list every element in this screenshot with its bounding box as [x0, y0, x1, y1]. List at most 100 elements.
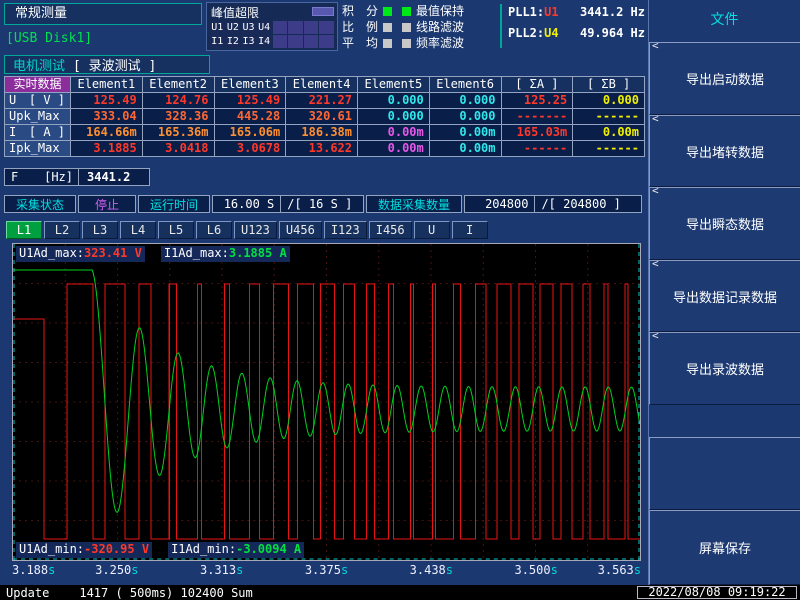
pll1-label: PLL1: [508, 4, 544, 20]
tab-U[interactable]: U [414, 221, 450, 239]
table-cell-value: 0.000 [430, 93, 502, 109]
runtime-values: 16.00 S /[ 16 S ] [212, 195, 364, 213]
tab-I[interactable]: I [452, 221, 488, 239]
table-col-header: Element2 [143, 77, 215, 93]
toggle-label: 最值保持 [416, 4, 464, 18]
toggle-checkbox[interactable] [402, 23, 411, 32]
table-cell-value: 0.00m [358, 125, 430, 141]
frequency-value: 3441.2 [79, 170, 149, 184]
table-cell-value: 124.76 [143, 93, 215, 109]
sidebar-button-export-2[interactable]: <导出堵转数据 [649, 115, 800, 187]
toggle-checkbox[interactable] [402, 7, 411, 16]
tab-L6[interactable]: L6 [196, 221, 232, 239]
chevron-left-icon: < [652, 114, 659, 124]
u-max-unit: V [127, 246, 141, 260]
x-tick-label: 3.438s [410, 563, 453, 577]
test-submode-name: [ 录波测试 ] [73, 55, 156, 74]
sidebar-button-export-4[interactable]: <导出数据记录数据 [649, 260, 800, 332]
x-tick-number: 3.438 [410, 563, 446, 577]
i-min-unit: A [287, 542, 301, 556]
toggle-row: 平 均 [342, 36, 392, 52]
u-min-value: -320.95 [84, 542, 135, 556]
wave-min-labels: U1Ad_min:-320.95 V I1Ad_min:-3.0094 A [16, 542, 304, 558]
peak-indicator [312, 7, 334, 16]
tab-U456[interactable]: U456 [279, 221, 322, 239]
peak-cell-I2: I2 [226, 35, 241, 48]
table-cell-value: 221.27 [286, 93, 358, 109]
peak-cell-U3: U3 [241, 21, 256, 34]
i-min-label: I1Ad_min: [171, 542, 236, 556]
row-label-text: I [9, 125, 16, 140]
runtime-label: 运行时间 [138, 195, 210, 213]
table-cell-value: 0.000 [573, 93, 645, 109]
pll2-source: U4 [544, 25, 558, 41]
x-tick-label: 3.313s [200, 563, 243, 577]
sample-count-value: 204800 [479, 196, 534, 212]
table-col-header: Element4 [286, 77, 358, 93]
tab-L1[interactable]: L1 [6, 221, 42, 239]
row-label-text: U [9, 93, 16, 108]
table-cell-value: 445.28 [215, 109, 287, 125]
peak-cell-I1: I1 [210, 35, 225, 48]
tab-I123[interactable]: I123 [324, 221, 367, 239]
tab-L5[interactable]: L5 [158, 221, 194, 239]
x-axis: 3.188s3.250s3.313s3.375s3.438s3.500s3.56… [12, 563, 641, 578]
peak-cell-empty [304, 21, 319, 34]
tab-U123[interactable]: U123 [234, 221, 277, 239]
toggle-checkbox[interactable] [402, 39, 411, 48]
sidebar-button-export-5[interactable]: <导出录波数据 [649, 332, 800, 405]
pll1-source: U1 [544, 4, 558, 20]
instrument-screen: 常规测量 [USB Disk1] 峰值超限 U1U2U3U4I1I2I3I4 积… [0, 0, 800, 600]
frequency-label: F [Hz] [5, 169, 79, 185]
tab-L2[interactable]: L2 [44, 221, 80, 239]
measure-mode-title: 常规测量 [15, 6, 67, 21]
pll2-value: 49.964 Hz [580, 25, 645, 41]
table-cell-value: ------ [502, 141, 574, 157]
table-cell-value: 0.00m [573, 125, 645, 141]
toggle-checkbox[interactable] [383, 7, 392, 16]
pll2-row: PLL2: U4 49.964 Hz [508, 25, 645, 41]
chevron-left-icon: < [652, 41, 659, 51]
peak-cell-empty [273, 35, 288, 48]
u-min-unit: V [135, 542, 149, 556]
sidebar-button-save[interactable]: 屏幕保存 [649, 510, 800, 585]
peak-cell-empty [304, 35, 319, 48]
test-mode-name: 电机测试 [13, 55, 65, 74]
usb-disk-status: [USB Disk1] [6, 31, 92, 46]
sidebar-button-export-3[interactable]: <导出瞬态数据 [649, 187, 800, 260]
peak-cell-empty [273, 21, 288, 34]
table-cell-value: 165.36m [143, 125, 215, 141]
toggle-label: 平 均 [342, 36, 378, 50]
x-tick-number: 3.250 [95, 563, 131, 577]
toggle-label: 积 分 [342, 4, 378, 18]
x-tick-label: 3.563s [598, 563, 641, 577]
x-tick-label: 3.250s [95, 563, 138, 577]
table-row-label: Ipk_Max [5, 141, 71, 157]
sidebar-button-export-1[interactable]: < 导出启动数据 [649, 42, 800, 115]
peak-grid: U1U2U3U4I1I2I3I4 [210, 21, 334, 48]
x-tick-number: 3.188 [12, 563, 48, 577]
toggle-checkbox[interactable] [383, 39, 392, 48]
toggle-row: 频率滤波 [402, 36, 464, 52]
sidebar-button-label: 导出启动数据 [686, 69, 764, 88]
tab-I456[interactable]: I456 [369, 221, 412, 239]
sample-count-label: 数据采集数量 [366, 195, 462, 213]
x-tick-unit: s [446, 563, 453, 577]
trace-i1 [13, 270, 640, 512]
x-tick-unit: s [341, 563, 348, 577]
x-tick-number: 3.375 [305, 563, 341, 577]
update-info: 1417 ( 500ms) 102400 Sum [79, 586, 252, 600]
table-row-label: U[ V ] [5, 93, 71, 109]
toggle-group-left: 积 分比 例平 均 [342, 4, 392, 52]
u-max-label: U1Ad_max: [19, 246, 84, 260]
toggle-checkbox[interactable] [383, 23, 392, 32]
peak-cell-empty [288, 21, 303, 34]
tab-L3[interactable]: L3 [82, 221, 118, 239]
pll1-value: 3441.2 Hz [580, 4, 645, 20]
table-cell-value: 0.00m [430, 141, 502, 157]
pll1-row: PLL1: U1 3441.2 Hz [508, 4, 645, 20]
tab-L4[interactable]: L4 [120, 221, 156, 239]
i-min-readout: I1Ad_min:-3.0094 A [168, 542, 304, 558]
chevron-left-icon: < [652, 331, 659, 341]
acquisition-status-row: 采集状态 停止 运行时间 16.00 S /[ 16 S ] 数据采集数量 20… [4, 195, 642, 213]
